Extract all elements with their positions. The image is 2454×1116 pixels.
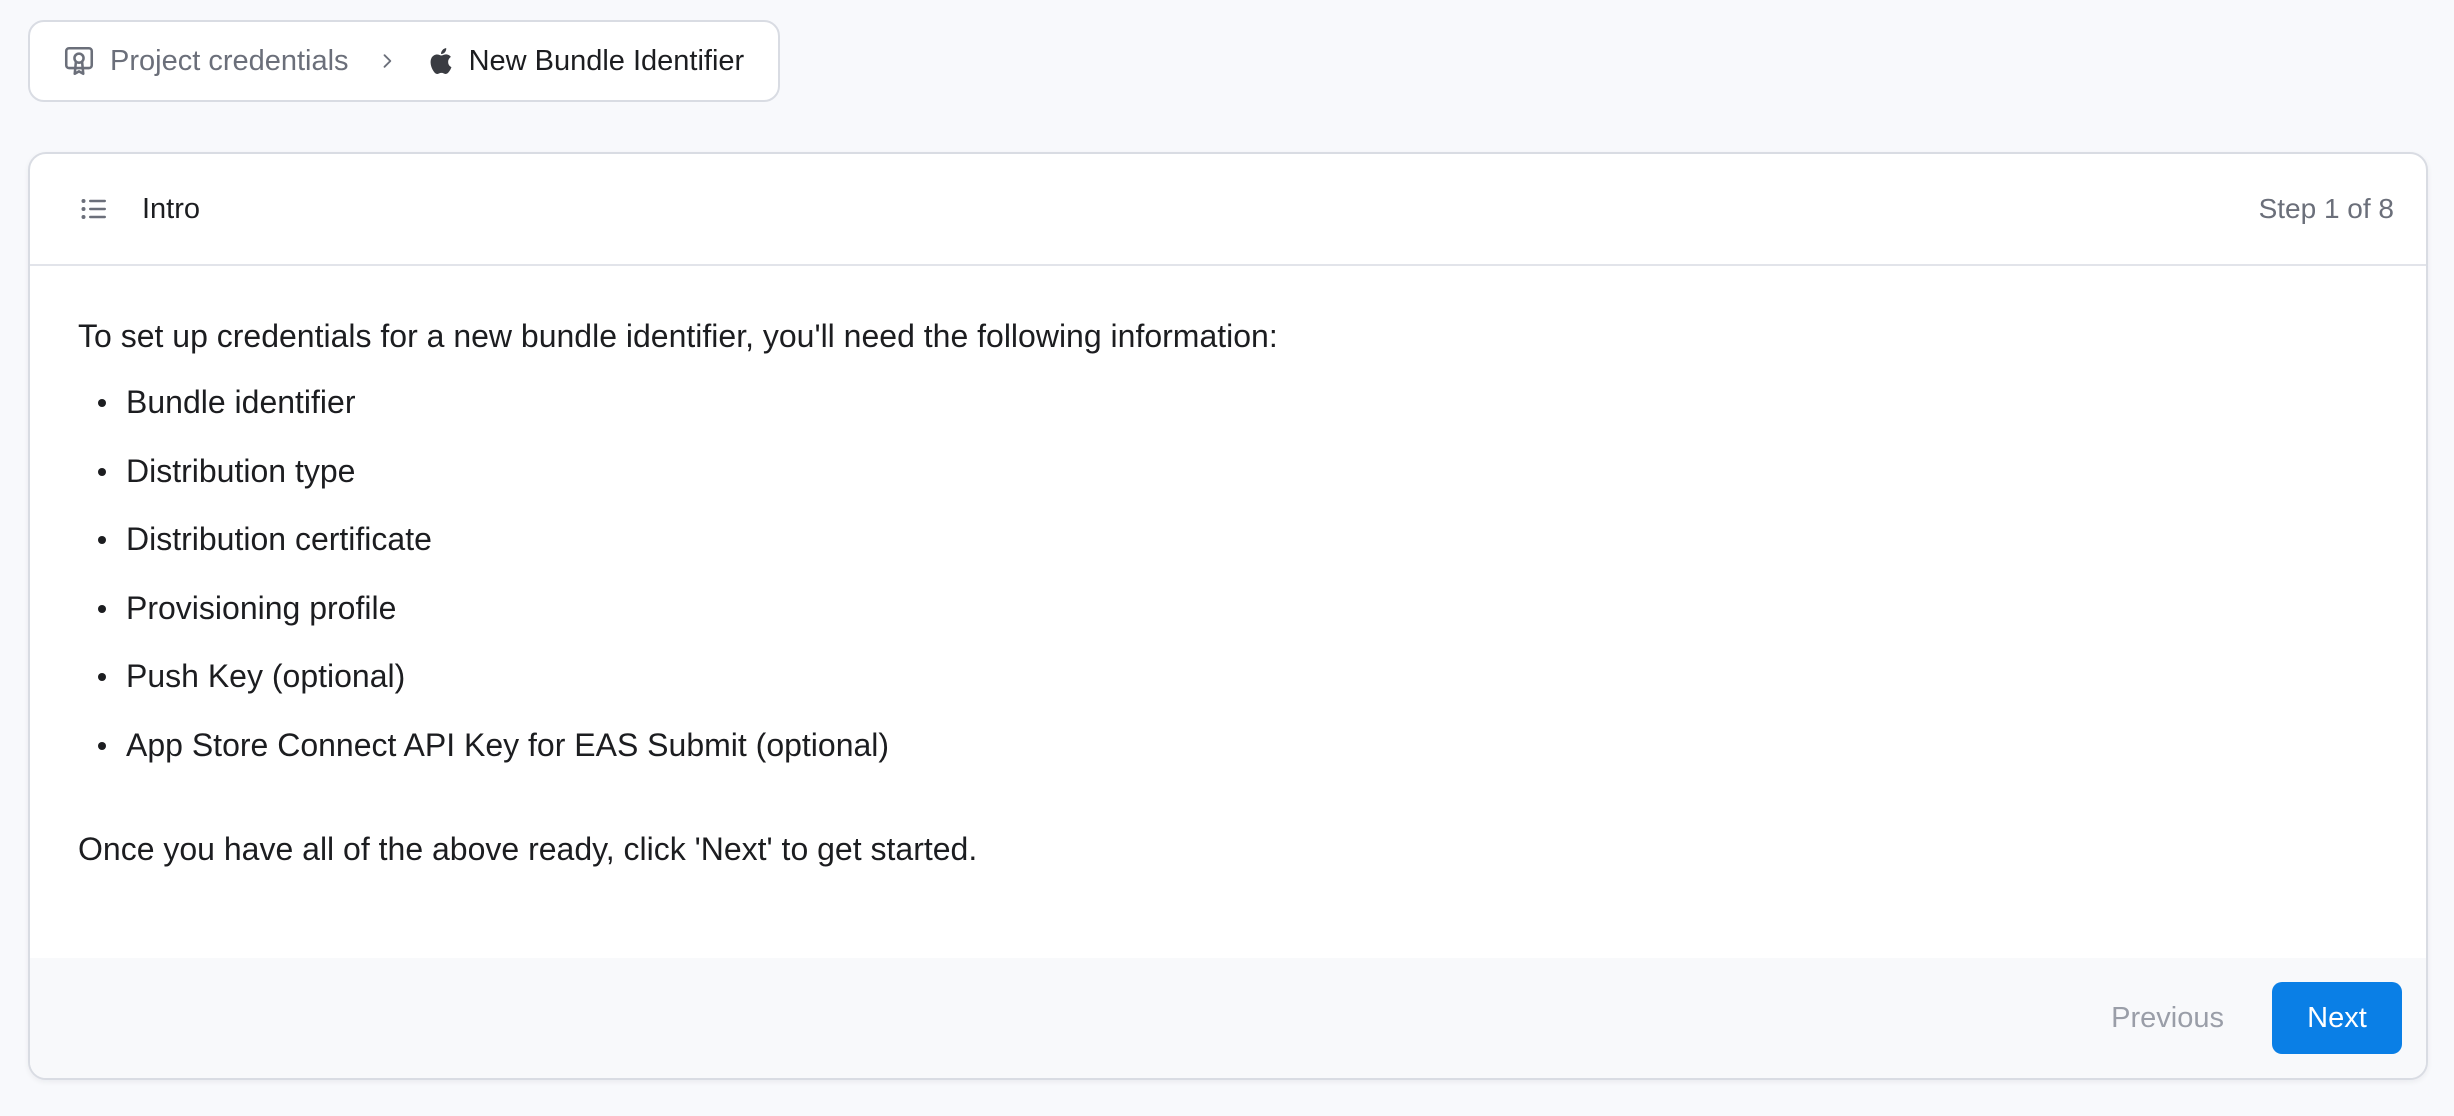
breadcrumb: Project credentials New Bundle Identifie… xyxy=(28,20,780,102)
list-item: Distribution type xyxy=(98,451,2378,491)
certificate-icon[interactable] xyxy=(60,42,98,80)
next-button[interactable]: Next xyxy=(2272,982,2402,1054)
requirements-list: Bundle identifier Distribution type Dist… xyxy=(78,382,2378,765)
wizard-card: Intro Step 1 of 8 To set up credentials … xyxy=(28,152,2428,1080)
list-item: Distribution certificate xyxy=(98,519,2378,559)
list-item: Bundle identifier xyxy=(98,382,2378,422)
chevron-right-icon xyxy=(375,49,399,73)
list-item: App Store Connect API Key for EAS Submit… xyxy=(98,725,2378,765)
previous-button[interactable]: Previous xyxy=(2089,982,2246,1054)
intro-text: To set up credentials for a new bundle i… xyxy=(78,318,1278,354)
wizard-footer: Previous Next xyxy=(30,958,2426,1078)
wizard-header: Intro Step 1 of 8 xyxy=(30,154,2426,266)
list-item: Provisioning profile xyxy=(98,588,2378,628)
list-icon xyxy=(80,195,108,223)
breadcrumb-current-page: New Bundle Identifier xyxy=(468,44,745,77)
step-counter: Step 1 of 8 xyxy=(2258,193,2394,224)
step-title: Intro xyxy=(142,192,201,225)
list-item: Push Key (optional) xyxy=(98,656,2378,696)
breadcrumb-project-credentials-link[interactable]: Project credentials xyxy=(110,45,349,78)
apple-icon xyxy=(425,44,455,78)
outro-text: Once you have all of the above ready, cl… xyxy=(78,830,978,867)
wizard-body: To set up credentials for a new bundle i… xyxy=(30,266,2426,910)
